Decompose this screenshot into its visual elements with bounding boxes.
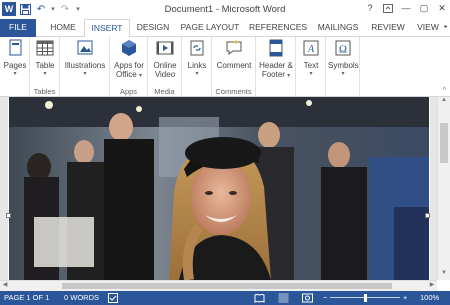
restore-button[interactable]: ▢ [418,1,430,15]
online-video-icon [156,41,174,55]
pages-icon [9,39,22,56]
header-footer-icon [269,39,283,57]
title-bar: W ↶ ▾ ↷ ▾ Document1 - Microsoft Word ? —… [0,0,450,19]
table-button[interactable]: Table ▾ [32,39,58,79]
vertical-scroll-thumb[interactable] [440,123,448,163]
illustrations-button[interactable]: Illustrations ▾ [62,39,108,79]
tab-insert[interactable]: INSERT [84,19,130,38]
svg-text:Ω: Ω [339,44,347,56]
apps-for-office-icon [122,40,136,56]
group-label-comments: Comments [215,87,252,96]
help-icon[interactable]: ? [364,1,376,15]
resize-handle-right[interactable] [425,213,430,218]
group-media: Online Video Media [148,37,182,97]
links-button[interactable]: Links ▾ [184,39,210,79]
group-links: Links ▾ [182,37,212,97]
table-icon [36,40,54,56]
online-video-button[interactable]: Online Video [150,39,180,79]
ribbon-display-options-icon[interactable] [382,1,394,15]
photo-image [9,97,429,280]
group-header-footer: Header & Footer ▾ [256,37,296,97]
print-layout-icon[interactable] [278,293,289,305]
illustrations-icon [77,40,93,55]
links-icon [190,40,204,56]
minimize-button[interactable]: — [400,1,412,15]
tab-page-layout[interactable]: PAGE LAYOUT [178,19,242,37]
header-footer-button[interactable]: Header & Footer ▾ [258,39,294,81]
tab-mailings[interactable]: MAILINGS [313,19,363,37]
tab-home[interactable]: HOME [44,19,82,37]
group-label-apps: Apps [119,87,138,96]
apps-for-office-button[interactable]: Apps for Office ▾ [112,39,146,81]
tab-view[interactable]: VIEW [414,19,442,37]
scroll-left-icon[interactable]: ◀ [0,281,10,291]
group-symbols: Ω Symbols ▾ [326,37,360,97]
word-count[interactable]: 0 WORDS [64,293,99,302]
inserted-photo[interactable] [9,97,429,280]
horizontal-scroll-thumb[interactable] [62,283,392,289]
symbols-icon: Ω [335,40,351,56]
zoom-out-button[interactable]: − [323,293,327,302]
tab-references[interactable]: REFERENCES [248,19,308,37]
group-pages: Pages ▾ [0,37,30,97]
ribbon: Pages ▾ Table ▾ Tables Illustrations ▾ A… [0,37,450,97]
zoom-in-button[interactable]: + [403,293,407,302]
zoom-slider-thumb[interactable] [364,294,367,302]
status-bar: PAGE 1 OF 1 0 WORDS − + 100% [0,291,450,305]
group-label-tables: Tables [33,87,56,96]
tabs-scroll-icon[interactable]: ▸ [442,19,450,37]
window-controls: ? — ▢ ✕ [364,1,448,15]
tab-review[interactable]: REVIEW [368,19,408,37]
comment-button[interactable]: Comment [214,39,254,70]
horizontal-scrollbar[interactable]: ◀ ▶ [0,280,437,291]
group-apps: Apps for Office ▾ Apps [110,37,148,97]
text-box-icon: A [303,40,319,56]
web-layout-icon[interactable] [302,293,313,305]
tab-file[interactable]: FILE [0,19,36,37]
resize-handle-left[interactable] [6,213,11,218]
pages-button[interactable]: Pages ▾ [2,39,28,79]
collapse-ribbon-icon[interactable]: ^ [443,87,446,94]
group-label-media: Media [154,87,175,96]
scroll-down-icon[interactable]: ▼ [438,270,450,280]
svg-text:A: A [307,44,315,55]
ribbon-tabs: FILE HOME INSERT DESIGN PAGE LAYOUT REFE… [0,19,450,38]
group-illustrations: Illustrations ▾ [60,37,110,97]
read-mode-icon[interactable] [254,293,265,305]
scroll-up-icon[interactable]: ▲ [438,97,450,107]
symbols-button[interactable]: Ω Symbols ▾ [328,39,359,79]
close-button[interactable]: ✕ [436,1,448,15]
group-comments: Comment Comments [212,37,256,97]
scroll-right-icon[interactable]: ▶ [427,281,437,291]
vertical-scrollbar[interactable]: ▲ ▼ [437,97,450,280]
zoom-level[interactable]: 100% [420,293,439,302]
comment-icon [226,40,242,55]
proofing-icon[interactable] [108,293,118,305]
tab-design[interactable]: DESIGN [133,19,173,37]
group-text: A Text ▾ [296,37,326,97]
page-count[interactable]: PAGE 1 OF 1 [4,293,49,302]
group-tables: Table ▾ Tables [30,37,60,97]
text-button[interactable]: A Text ▾ [298,39,324,79]
